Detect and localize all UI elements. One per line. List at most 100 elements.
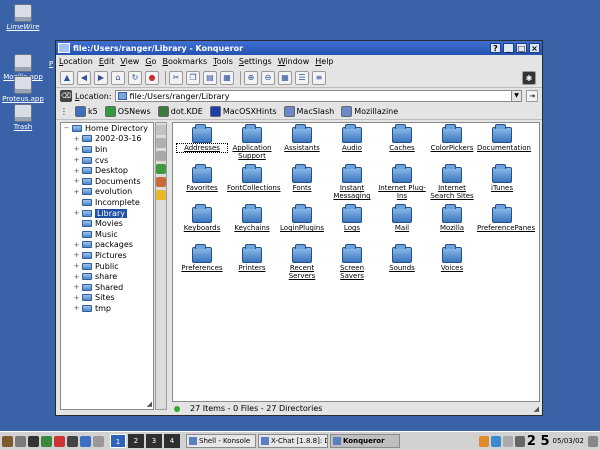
folder-item-screen-savers[interactable]: Screen Savers xyxy=(327,244,377,280)
printer-tray-icon[interactable] xyxy=(514,435,525,447)
folder-item-colorpickers[interactable]: ColorPickers xyxy=(427,124,477,152)
menu-location[interactable]: Location xyxy=(59,57,93,66)
bookmark-dot-kde[interactable]: dot.KDE xyxy=(157,106,203,117)
menu-tools[interactable]: Tools xyxy=(213,57,233,66)
pager-desktop-2[interactable]: 2 xyxy=(128,434,144,448)
task-button-konqueror[interactable]: Konqueror xyxy=(330,434,400,448)
bookmarks-tab-icon[interactable] xyxy=(156,125,166,135)
folder-item-favorites[interactable]: Favorites xyxy=(177,164,227,192)
copy-icon[interactable]: ❐ xyxy=(186,70,200,85)
expand-icon[interactable]: + xyxy=(73,273,80,281)
folder-item-logs[interactable]: Logs xyxy=(327,204,377,232)
tree-item-incomplete[interactable]: Incomplete xyxy=(61,197,153,208)
zoom-out-icon[interactable]: ⊖ xyxy=(261,70,275,85)
tree-item-tmp[interactable]: + tmp xyxy=(61,303,153,314)
menu-window[interactable]: Window xyxy=(278,57,310,66)
task-button-x-chat-1-8-8-dixie[interactable]: X-Chat [1.8.8]: Dixie xyxy=(258,434,328,448)
gear-icon[interactable]: ✱ xyxy=(522,71,536,85)
services-tab-icon[interactable] xyxy=(156,177,166,187)
tree-item-evolution[interactable]: + evolution xyxy=(61,187,153,198)
expand-icon[interactable]: + xyxy=(73,209,80,217)
folder-item-itunes[interactable]: iTunes xyxy=(477,164,527,192)
expand-icon[interactable]: + xyxy=(73,177,80,185)
network-tab-icon[interactable] xyxy=(156,164,166,174)
expand-icon[interactable]: + xyxy=(73,283,80,291)
tree-item-cvs[interactable]: + cvs xyxy=(61,155,153,166)
kde-menu-icon[interactable] xyxy=(2,435,13,447)
expand-icon[interactable]: + xyxy=(73,188,80,196)
expand-icon[interactable]: + xyxy=(73,156,80,164)
icon-view-icon[interactable]: ▦ xyxy=(278,70,292,85)
desktop-icon-label-partial[interactable]: P xyxy=(49,60,53,68)
folder-item-printers[interactable]: Printers xyxy=(227,244,277,272)
tree-item-public[interactable]: + Public xyxy=(61,261,153,272)
home-tab-icon[interactable] xyxy=(156,151,166,161)
terminal-icon[interactable] xyxy=(28,435,39,447)
editor-launcher-icon[interactable] xyxy=(54,435,65,447)
tree-item-2002-03-16[interactable]: +2002-03-16 xyxy=(61,134,153,145)
tree-item-music[interactable]: Music xyxy=(61,229,153,240)
folder-item-fonts[interactable]: Fonts xyxy=(277,164,327,192)
folder-item-instant-messaging[interactable]: Instant Messaging xyxy=(327,164,377,200)
expand-icon[interactable]: + xyxy=(73,241,80,249)
folder-item-preferences[interactable]: Preferences xyxy=(177,244,227,272)
folder-item-voices[interactable]: Voices xyxy=(427,244,477,272)
tree-item-movies[interactable]: Movies xyxy=(61,218,153,229)
task-button-shell-konsole[interactable]: Shell - Konsole xyxy=(186,434,256,448)
tree-item-packages[interactable]: + packages xyxy=(61,240,153,251)
paste-icon[interactable]: ▤ xyxy=(203,70,217,85)
desktop-icon[interactable] xyxy=(15,435,26,447)
tree-item-share[interactable]: + share xyxy=(61,271,153,282)
expand-icon[interactable]: + xyxy=(73,135,80,143)
tree-item-shared[interactable]: + Shared xyxy=(61,282,153,293)
menu-settings[interactable]: Settings xyxy=(239,57,272,66)
tree-item-sites[interactable]: + Sites xyxy=(61,293,153,304)
cut-icon[interactable]: ✂ xyxy=(169,70,183,85)
collapse-icon[interactable]: − xyxy=(63,124,70,132)
expand-icon[interactable]: + xyxy=(73,251,80,259)
bookmark-macslash[interactable]: MacSlash xyxy=(283,106,334,117)
expand-icon[interactable]: + xyxy=(73,262,80,270)
expand-icon[interactable]: + xyxy=(73,294,80,302)
pager-desktop-3[interactable]: 3 xyxy=(146,434,162,448)
tree-item-desktop[interactable]: + Desktop xyxy=(61,165,153,176)
location-input[interactable]: file:/Users/ranger/Library ▼ xyxy=(114,90,522,102)
folder-item-audio[interactable]: Audio xyxy=(327,124,377,152)
print-icon[interactable]: ▦ xyxy=(220,70,234,85)
folder-item-mozilla[interactable]: Mozilla xyxy=(427,204,477,232)
mixer-tray-icon[interactable] xyxy=(490,435,501,447)
resize-grip-icon[interactable]: ◢ xyxy=(147,400,152,408)
bookmark-mozillazine[interactable]: Mozillazine xyxy=(341,106,398,117)
toolbar-grip-icon[interactable]: ⋮ xyxy=(60,107,68,116)
expand-icon[interactable]: + xyxy=(73,145,80,153)
tree-item-documents[interactable]: + Documents xyxy=(61,176,153,187)
folder-item-internet-search-sites[interactable]: Internet Search Sites xyxy=(427,164,477,200)
folder-item-documentation[interactable]: Documentation xyxy=(477,124,531,152)
history-tab-icon[interactable] xyxy=(156,138,166,148)
folder-item-fontcollections[interactable]: FontCollections xyxy=(227,164,281,192)
menu-edit[interactable]: Edit xyxy=(99,57,115,66)
title-bar[interactable]: file:/Users/ranger/Library - Konqueror ?… xyxy=(56,41,542,55)
menu-bookmarks[interactable]: Bookmarks xyxy=(162,57,207,66)
clock-display[interactable]: 2 5 xyxy=(527,434,550,449)
desktop-icon-proteus-app[interactable]: Proteus.app xyxy=(0,76,46,103)
go-button[interactable]: ⇥ xyxy=(526,90,538,102)
folder-item-keychains[interactable]: Keychains xyxy=(227,204,277,232)
help-button[interactable]: ? xyxy=(490,43,501,53)
zoom-in-icon[interactable]: ⊕ xyxy=(244,70,258,85)
pager-desktop-1[interactable]: 1 xyxy=(110,434,126,448)
home-launcher-icon[interactable] xyxy=(41,435,52,447)
view-mode-icon[interactable]: ≡ xyxy=(312,70,326,85)
back-icon[interactable]: ◀ xyxy=(77,70,91,85)
folder-item-sounds[interactable]: Sounds xyxy=(377,244,427,272)
forward-icon[interactable]: ▶ xyxy=(94,70,108,85)
pager-desktop-4[interactable]: 4 xyxy=(164,434,180,448)
bookmark-k5[interactable]: k5 xyxy=(75,106,98,117)
up-icon[interactable]: ▲ xyxy=(60,70,74,85)
minimize-button[interactable]: _ xyxy=(503,43,514,53)
folder-item-loginplugins[interactable]: LoginPlugins xyxy=(277,204,327,232)
menu-go[interactable]: Go xyxy=(145,57,156,66)
resize-grip-icon[interactable]: ◢ xyxy=(534,405,539,413)
tree-item-bin[interactable]: + bin xyxy=(61,144,153,155)
menu-help[interactable]: Help xyxy=(315,57,333,66)
